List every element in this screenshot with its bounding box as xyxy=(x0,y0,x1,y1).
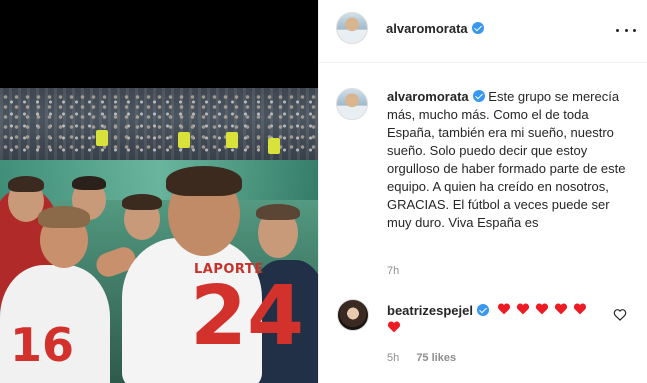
red-heart-emoji xyxy=(535,303,549,315)
red-heart-emoji xyxy=(554,303,568,315)
player-laporte-hair xyxy=(166,166,242,196)
red-heart-emoji xyxy=(516,303,530,315)
author-avatar[interactable] xyxy=(336,12,368,44)
comment-hearts-wrap xyxy=(387,320,401,338)
comment-meta: 5h 75 likes xyxy=(387,352,456,364)
comment-likes-count[interactable]: 75 likes xyxy=(416,352,456,364)
post-timestamp[interactable]: 7h xyxy=(387,265,399,277)
author-username-header[interactable]: alvaromorata xyxy=(386,21,484,36)
post-header: alvaromorata xyxy=(319,0,647,63)
more-options-icon[interactable] xyxy=(616,22,636,38)
red-heart-emoji xyxy=(497,303,511,315)
verified-badge-icon xyxy=(477,304,489,316)
player-hair xyxy=(122,194,162,210)
post-caption: alvaromorata Este grupo se merecía más, … xyxy=(387,88,635,232)
red-heart-emoji xyxy=(573,303,587,315)
heart-outline-icon[interactable] xyxy=(613,308,627,321)
player-hair xyxy=(8,176,44,192)
author-username-text[interactable]: alvaromorata xyxy=(386,21,468,36)
verified-badge-icon xyxy=(472,90,485,102)
advertising-board xyxy=(0,160,318,200)
steward-vest xyxy=(268,138,280,154)
red-heart-emoji xyxy=(387,321,401,333)
comment-timestamp[interactable]: 5h xyxy=(387,352,399,364)
caption-author-avatar[interactable] xyxy=(336,88,368,120)
caption-text: Este grupo se merecía más, mucho más. Co… xyxy=(387,89,626,230)
comment-hearts xyxy=(497,302,587,315)
staff-hair xyxy=(256,204,300,220)
jersey-number: 24 xyxy=(190,269,305,364)
steward-vest xyxy=(96,130,108,146)
caption-author-username[interactable]: alvaromorata xyxy=(387,89,469,104)
player-hair xyxy=(38,206,90,228)
post-details-panel: alvaromorata alvaromorata Este grupo se … xyxy=(318,0,647,383)
steward-vest xyxy=(178,132,190,148)
post-photo[interactable]: 16 LAPORTE 24 xyxy=(0,0,318,383)
comment-author[interactable]: beatrizespejel xyxy=(387,303,489,318)
player-hair xyxy=(72,176,106,190)
steward-vest xyxy=(226,132,238,148)
commenter-avatar[interactable] xyxy=(337,299,369,331)
jersey-number-left: 16 xyxy=(10,318,75,372)
verified-badge-icon xyxy=(471,22,484,34)
comment-author-text[interactable]: beatrizespejel xyxy=(387,303,473,318)
